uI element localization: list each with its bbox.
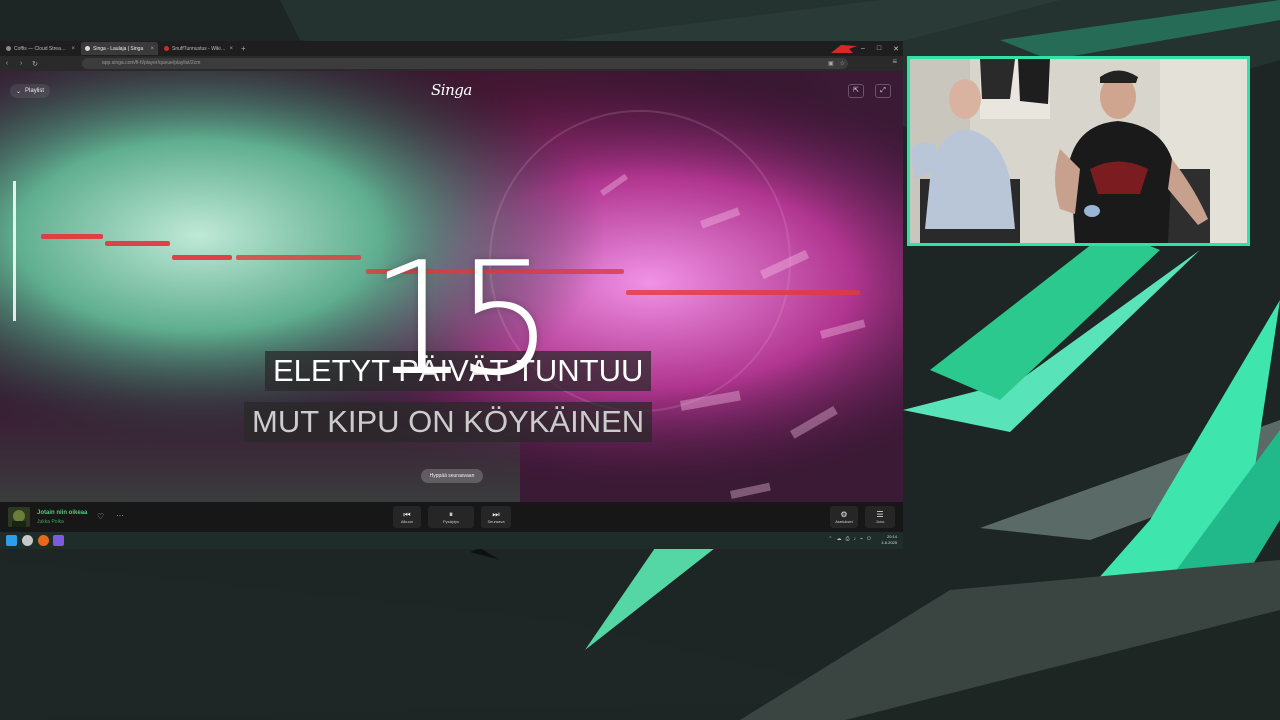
- skip-forward-icon: ⏭: [492, 510, 500, 519]
- tab-close-icon[interactable]: ×: [229, 46, 233, 52]
- more-options-icon[interactable]: ···: [116, 511, 124, 520]
- tray-expand-icon[interactable]: ⌃: [828, 536, 832, 542]
- tab-label: Singa - Laulaja | Singa: [93, 45, 144, 52]
- taskbar-clock[interactable]: 20:14 4.6.2025: [881, 534, 897, 546]
- queue-button-label: Jono: [875, 519, 885, 524]
- search-icon[interactable]: [22, 535, 33, 546]
- windows-start-icon[interactable]: [6, 535, 17, 546]
- song-artist[interactable]: Jukka Poika: [37, 519, 64, 525]
- tab-label: Coffis — Cloud Streaming Bo: [14, 45, 68, 52]
- pitch-note-bar: [41, 234, 103, 239]
- pitch-note-bar: [172, 255, 232, 260]
- pitch-note-bar: [626, 290, 860, 295]
- address-bar[interactable]: app.singa.com/fi-fi/player/queue/playlis…: [82, 58, 848, 69]
- device-icon[interactable]: ⎙: [846, 536, 850, 542]
- settings-button[interactable]: ⚙ Asetukset: [830, 506, 858, 528]
- pitch-note-bar: [105, 241, 170, 246]
- settings-button-label: Asetukset: [835, 519, 853, 524]
- external-link-icon: ⇱: [853, 87, 859, 94]
- minimize-button[interactable]: –: [861, 45, 865, 52]
- tab-wiki[interactable]: SnuffTunnustus - Wiki noun ×: [160, 42, 237, 55]
- windows-taskbar: ⌃ ☁ ⎙ ♪ ⌁ ⏻ 20:14 4.6.2025: [0, 532, 903, 549]
- expand-icon: ⤢: [880, 87, 886, 94]
- gear-icon: ⚙: [840, 510, 848, 519]
- pause-icon: ⏸: [449, 510, 453, 519]
- tab-singa[interactable]: Singa - Laulaja | Singa ×: [81, 42, 158, 55]
- back-button[interactable]: ‹: [0, 60, 14, 67]
- pause-button[interactable]: ⏸ Pysäytys: [428, 506, 474, 528]
- discord-icon[interactable]: [53, 535, 64, 546]
- extension-icon[interactable]: ▣: [828, 60, 834, 67]
- tab-cloud-streaming[interactable]: Coffis — Cloud Streaming Bo ×: [2, 42, 79, 55]
- skip-intro-button[interactable]: Hyppää seuraavaan: [421, 469, 483, 483]
- tab-bar: Coffis — Cloud Streaming Bo × Singa - La…: [0, 41, 903, 56]
- favorite-heart-icon[interactable]: ♡: [97, 512, 104, 521]
- maximize-button[interactable]: □: [877, 45, 881, 52]
- fullscreen-button[interactable]: ⤢: [875, 84, 891, 98]
- skip-back-icon: ⏮: [403, 510, 411, 519]
- webcam-feed: [907, 56, 1250, 246]
- karaoke-stage: ⌄ Playlist Singa ⇱ ⤢ ELETYT PÄIVÄT TUNTU…: [0, 71, 903, 541]
- tab-label: SnuffTunnustus - Wiki noun: [172, 45, 226, 52]
- playlist-button-label: Playlist: [25, 88, 45, 94]
- firefox-icon[interactable]: [38, 535, 49, 546]
- song-title[interactable]: Jotain niin oikeaa: [37, 510, 87, 516]
- browser-window: Coffis — Cloud Streaming Bo × Singa - La…: [0, 41, 903, 549]
- webcam-video: [910, 59, 1247, 243]
- tab-favicon-icon: [164, 46, 169, 51]
- tab-close-icon[interactable]: ×: [150, 46, 154, 52]
- player-bar: Jotain niin oikeaa Jukka Poika ♡ ··· ⏮ A…: [0, 502, 903, 532]
- album-cover-art: [8, 507, 30, 527]
- tab-favicon-icon: [6, 46, 11, 51]
- cloud-icon[interactable]: ☁: [837, 536, 842, 542]
- rog-logo-icon: [831, 45, 857, 53]
- popout-button[interactable]: ⇱: [848, 84, 864, 98]
- tab-favicon-icon: [85, 46, 90, 51]
- restart-button-label: Alkuun: [400, 519, 414, 524]
- forward-button[interactable]: ›: [14, 60, 28, 67]
- queue-button[interactable]: ☰ Jono: [865, 506, 895, 528]
- restart-button[interactable]: ⏮ Alkuun: [393, 506, 421, 528]
- close-window-button[interactable]: ✕: [893, 45, 899, 53]
- address-bar-icons: ▣ ☆: [828, 58, 845, 69]
- list-icon: ☰: [876, 510, 884, 519]
- chevron-down-icon: ⌄: [16, 88, 22, 95]
- pause-button-label: Pysäytys: [442, 519, 459, 524]
- next-button-label: Seuraava: [487, 519, 505, 524]
- singa-logo: Singa: [431, 81, 472, 99]
- new-tab-button[interactable]: +: [241, 44, 246, 53]
- system-tray: ⌃ ☁ ⎙ ♪ ⌁ ⏻: [828, 536, 871, 542]
- reload-button[interactable]: ↻: [28, 60, 42, 68]
- browser-toolbar: ‹ › ↻ app.singa.com/fi-fi/player/queue/p…: [0, 56, 903, 71]
- network-icon[interactable]: ⌁: [860, 536, 863, 542]
- next-button[interactable]: ⏭ Seuraava: [481, 506, 511, 528]
- pitch-note-bar: [236, 255, 361, 260]
- browser-menu-button[interactable]: ≡: [892, 57, 897, 66]
- bookmark-star-icon[interactable]: ☆: [840, 60, 845, 67]
- countdown-number: 15: [369, 228, 555, 410]
- playlist-button[interactable]: ⌄ Playlist: [10, 84, 51, 98]
- power-icon[interactable]: ⏻: [867, 536, 871, 542]
- album-cover[interactable]: [8, 507, 30, 527]
- clock-date: 4.6.2025: [881, 540, 897, 545]
- volume-icon[interactable]: ♪: [854, 536, 857, 542]
- window-controls: – □ ✕: [861, 41, 899, 56]
- tab-close-icon[interactable]: ×: [71, 46, 75, 52]
